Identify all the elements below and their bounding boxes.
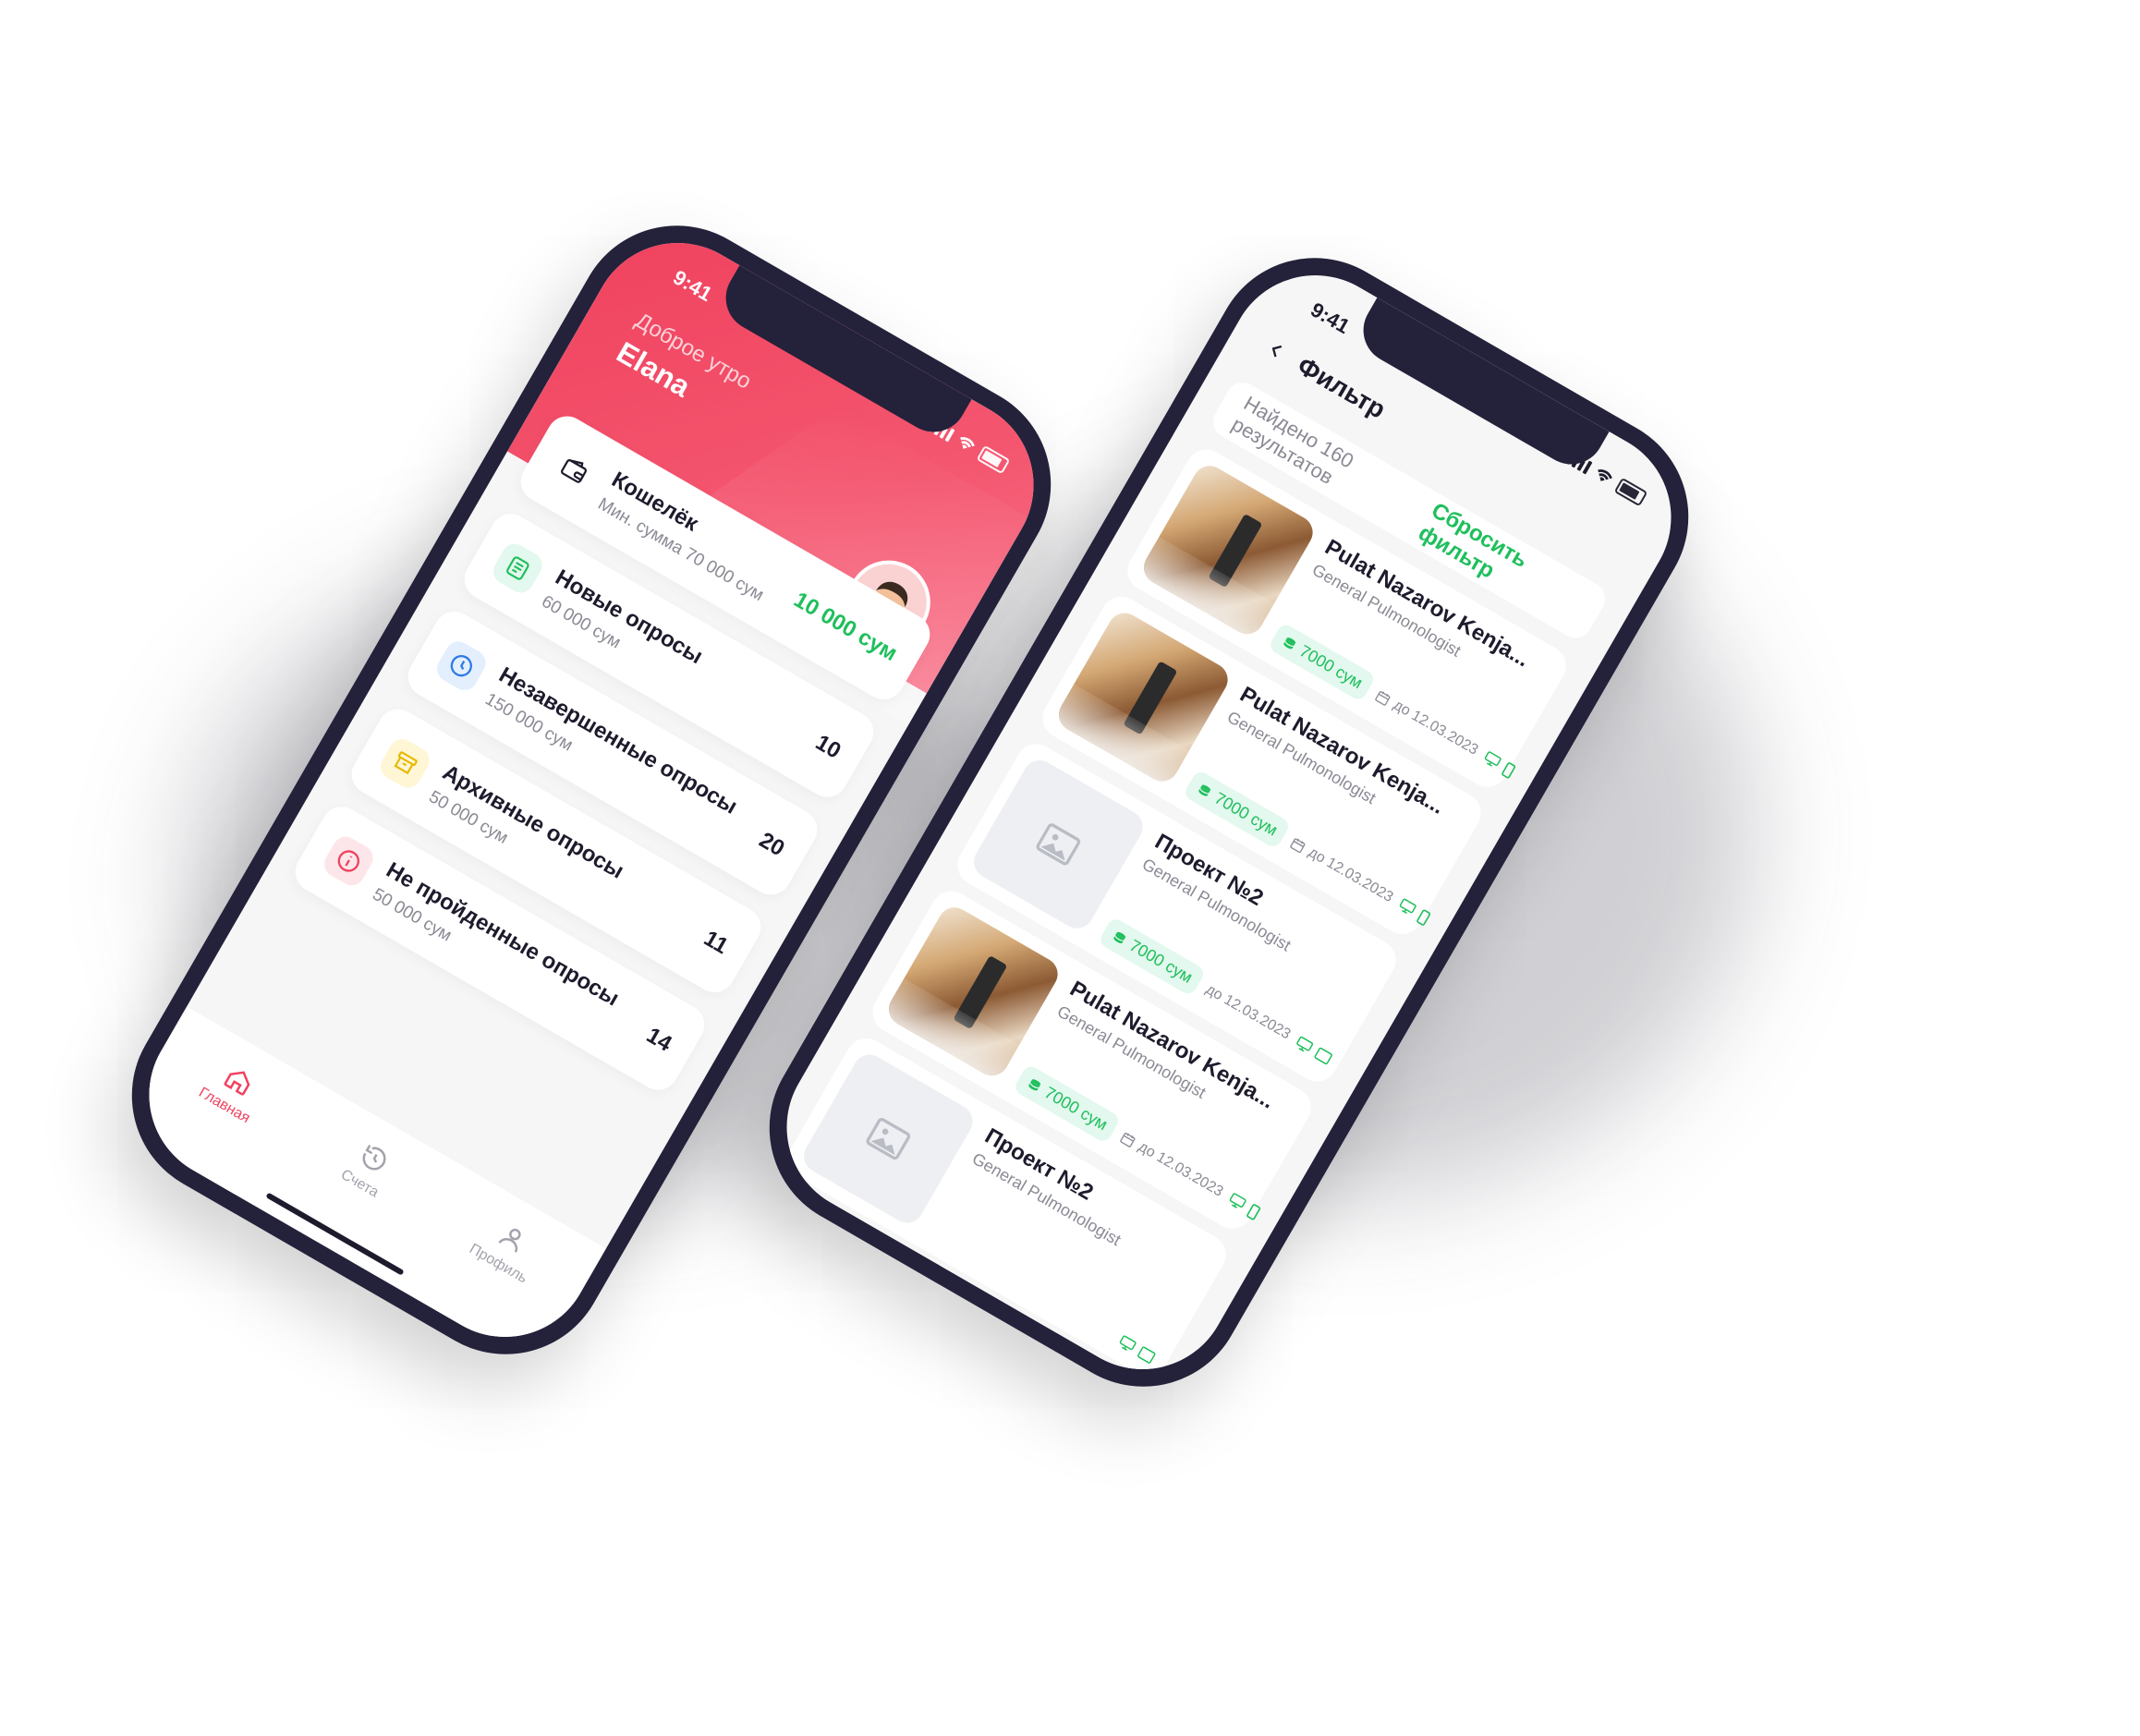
date-label: до 12.03.2023 bbox=[1136, 1138, 1226, 1200]
coins-icon bbox=[1113, 931, 1126, 943]
date-label: до 12.03.2023 bbox=[1203, 980, 1294, 1042]
coins-icon bbox=[1283, 637, 1296, 649]
back-arrow-icon[interactable] bbox=[1262, 336, 1290, 364]
archive-icon bbox=[375, 734, 434, 793]
wallet-icon bbox=[544, 441, 603, 500]
tab-accounts[interactable]: Счета bbox=[306, 1136, 398, 1256]
image-placeholder-icon bbox=[1036, 823, 1081, 866]
mobile-icon bbox=[1502, 761, 1516, 778]
device-icons bbox=[1395, 896, 1432, 928]
desktop-icon bbox=[1485, 750, 1502, 767]
user-icon bbox=[498, 1228, 521, 1253]
home-icon bbox=[224, 1071, 250, 1096]
price-label: 7000 сум bbox=[1295, 641, 1367, 693]
status-time: 9:41 bbox=[1307, 297, 1354, 339]
document-icon bbox=[488, 539, 547, 598]
calendar-icon bbox=[1120, 1132, 1136, 1147]
tablet-icon bbox=[1137, 1346, 1156, 1364]
coins-icon bbox=[1028, 1078, 1041, 1090]
desktop-icon bbox=[1400, 898, 1417, 914]
device-icons bbox=[1225, 1191, 1262, 1222]
calendar-icon bbox=[1375, 690, 1391, 706]
device-icons bbox=[1116, 1333, 1157, 1366]
coins-icon bbox=[1198, 784, 1211, 796]
tab-bar: Главная Счета Профиль bbox=[117, 1006, 606, 1369]
desktop-icon bbox=[1230, 1192, 1246, 1208]
mobile-icon bbox=[1246, 1203, 1261, 1220]
date-label: до 12.03.2023 bbox=[1391, 697, 1481, 759]
status-time: 9:41 bbox=[669, 265, 716, 307]
date-label: до 12.03.2023 bbox=[1306, 844, 1396, 905]
wallet-balance: 10 000 сум bbox=[789, 587, 902, 667]
notch bbox=[1351, 297, 1610, 477]
tablet-icon bbox=[1314, 1047, 1333, 1064]
device-icons bbox=[1294, 1034, 1334, 1066]
history-icon bbox=[362, 1145, 386, 1171]
battery-icon bbox=[976, 444, 1011, 475]
tab-home[interactable]: Главная bbox=[164, 1054, 271, 1182]
wifi-icon bbox=[1598, 469, 1612, 481]
image-placeholder-icon bbox=[866, 1117, 911, 1160]
desktop-icon bbox=[1119, 1335, 1137, 1351]
price-label: 7000 сум bbox=[1040, 1083, 1112, 1135]
device-icons bbox=[1480, 749, 1517, 781]
clock-icon bbox=[432, 637, 491, 696]
tab-profile[interactable]: Профиль bbox=[435, 1210, 548, 1341]
page-title: Фильтр bbox=[1292, 350, 1391, 424]
deadline: до 12.03.2023 bbox=[1203, 980, 1294, 1043]
mobile-icon bbox=[1417, 909, 1431, 926]
price-label: 7000 сум bbox=[1210, 788, 1282, 840]
price-label: 7000 сум bbox=[1125, 935, 1197, 987]
desktop-icon bbox=[1296, 1036, 1314, 1051]
calendar-icon bbox=[1290, 838, 1306, 853]
battery-icon bbox=[1613, 477, 1648, 507]
wifi-icon bbox=[960, 437, 975, 449]
info-icon bbox=[319, 832, 378, 891]
